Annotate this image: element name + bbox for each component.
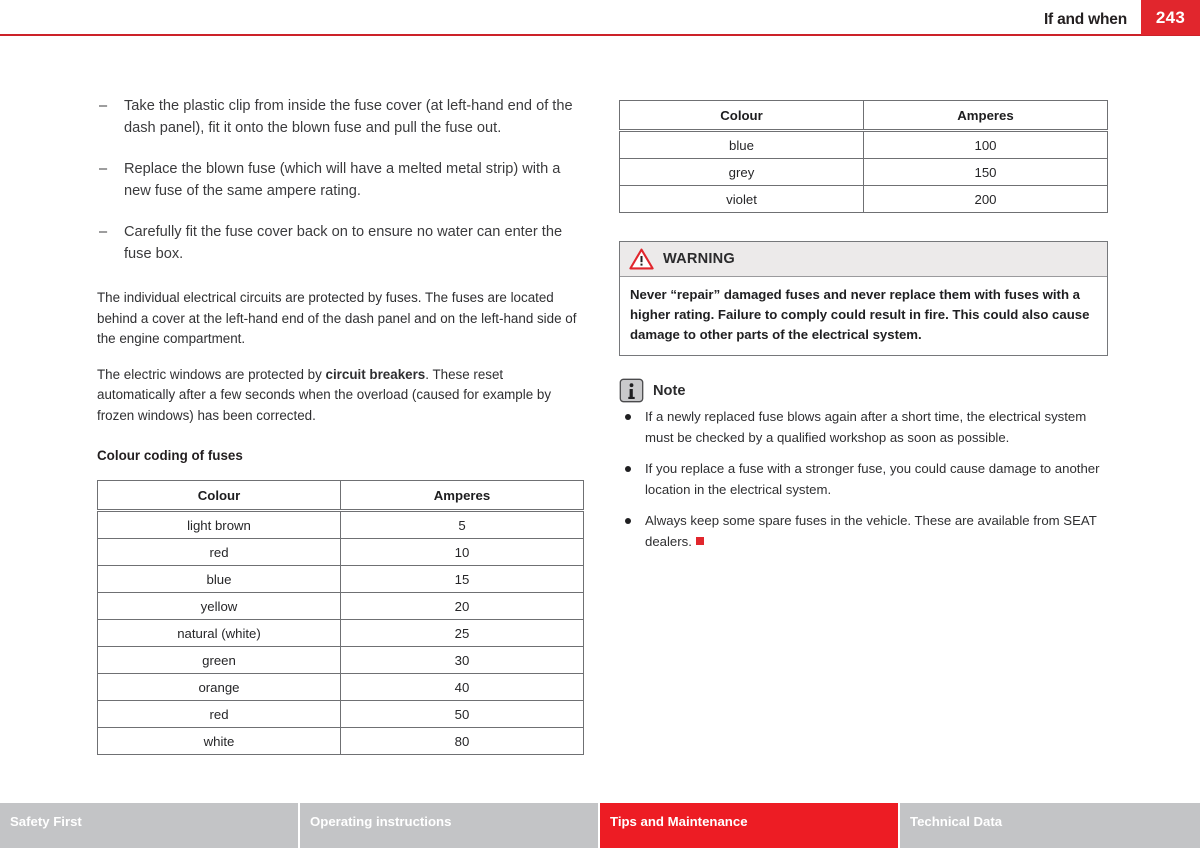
warning-header-band: WARNING — [620, 242, 1107, 277]
cell-colour: light brown — [97, 510, 341, 539]
procedure-dash-list: – Take the plastic clip from inside the … — [97, 96, 584, 265]
cell-amperes: 50 — [340, 700, 584, 728]
warning-title: WARNING — [663, 251, 735, 267]
cell-amperes: 100 — [863, 130, 1108, 159]
body-text-block: The individual electrical circuits are p… — [97, 288, 584, 426]
column-header-amperes: Amperes — [340, 480, 584, 512]
note-title: Note — [653, 382, 686, 399]
warning-triangle-icon — [629, 248, 654, 270]
note-bullet-list: If a newly replaced fuse blows again aft… — [619, 407, 1108, 552]
table-row: yellow 20 — [97, 592, 584, 620]
footer-tab-safety-first[interactable]: Safety First — [0, 803, 300, 848]
table-row: white 80 — [97, 727, 584, 755]
warning-body-text: Never “repair” damaged fuses and never r… — [630, 287, 1090, 342]
note-header: Note — [619, 378, 1108, 403]
page-number-badge: 243 — [1141, 0, 1200, 35]
paragraph-text-lead: The electric windows are protected by — [97, 366, 326, 382]
cell-amperes: 20 — [340, 592, 584, 620]
table-row: violet 200 — [619, 185, 1108, 213]
header-divider-rule — [0, 34, 1200, 36]
footer-tab-technical-data[interactable]: Technical Data — [900, 803, 1200, 848]
column-header-colour: Colour — [619, 100, 864, 132]
cell-amperes: 30 — [340, 646, 584, 674]
cell-amperes: 25 — [340, 619, 584, 647]
note-callout-block: Note If a newly replaced fuse blows agai… — [619, 378, 1108, 552]
list-item-text: Carefully fit the fuse cover back on to … — [124, 224, 563, 262]
left-content-column: – Take the plastic clip from inside the … — [97, 96, 584, 755]
cell-colour: grey — [619, 158, 864, 186]
cell-amperes: 150 — [863, 158, 1108, 186]
section-heading-colour-coding: Colour coding of fuses — [97, 448, 243, 463]
cell-amperes: 5 — [340, 510, 584, 539]
list-item-text: Always keep some spare fuses in the vehi… — [645, 513, 1097, 549]
cell-colour: blue — [619, 130, 864, 159]
bullet-dot-icon — [625, 413, 631, 420]
list-item: – Carefully fit the fuse cover back on t… — [97, 222, 584, 265]
column-header-colour: Colour — [97, 480, 341, 512]
paragraph-circuit-breakers: The electric windows are protected by ci… — [97, 365, 584, 427]
table-row: blue 100 — [619, 130, 1108, 159]
fuse-colour-table: Colour Amperes light brown 5 red 10 blue 15… — [97, 480, 584, 755]
right-content-column: Colour Amperes blue 100 grey 150 violet 200… — [619, 100, 1108, 552]
cell-amperes: 10 — [340, 538, 584, 566]
cell-colour: violet — [619, 185, 864, 213]
table-row: grey 150 — [619, 158, 1108, 186]
list-item-text: Replace the blown fuse (which will have … — [124, 161, 561, 199]
dash-bullet-icon: – — [99, 98, 108, 114]
footer-section-tabs: Safety First Operating instructions Tips… — [0, 803, 1200, 848]
footer-tab-operating-instructions[interactable]: Operating instructions — [300, 803, 600, 848]
warning-callout-box: WARNING Never “repair” damaged fuses and… — [619, 241, 1108, 356]
table-row: green 30 — [97, 646, 584, 674]
section-end-marker-icon — [695, 536, 704, 545]
cell-colour: green — [97, 646, 341, 674]
dash-bullet-icon: – — [99, 224, 108, 240]
table-row: blue 15 — [97, 565, 584, 593]
cell-colour: yellow — [97, 592, 341, 620]
dash-bullet-icon: – — [99, 161, 108, 177]
table-row: red 10 — [97, 538, 584, 566]
list-item: If a newly replaced fuse blows again aft… — [619, 407, 1108, 448]
table-row: orange 40 — [97, 673, 584, 701]
column-header-amperes: Amperes — [863, 100, 1108, 132]
info-icon — [619, 378, 644, 403]
table-header-row: Colour Amperes — [619, 100, 1108, 132]
paragraph-fuse-location: The individual electrical circuits are p… — [97, 290, 577, 346]
cell-amperes: 15 — [340, 565, 584, 593]
cell-amperes: 200 — [863, 185, 1108, 213]
table-row: light brown 5 — [97, 510, 584, 539]
high-amp-fuse-table-container: Colour Amperes blue 100 grey 150 violet 200 — [619, 100, 1108, 213]
cell-colour: orange — [97, 673, 341, 701]
cell-colour: red — [97, 538, 341, 566]
cell-amperes: 80 — [340, 727, 584, 755]
table-header-row: Colour Amperes — [97, 480, 584, 512]
list-item: – Take the plastic clip from inside the … — [97, 96, 584, 139]
circuit-breakers-emphasis: circuit breakers — [325, 366, 426, 382]
list-item-text: Take the plastic clip from inside the fu… — [124, 98, 573, 136]
list-item-text: If a newly replaced fuse blows again aft… — [645, 409, 1087, 445]
cell-colour: red — [97, 700, 341, 728]
list-item: Always keep some spare fuses in the vehi… — [619, 511, 1108, 552]
bullet-dot-icon — [625, 517, 631, 524]
footer-tab-tips-and-maintenance[interactable]: Tips and Maintenance — [600, 803, 900, 848]
cell-colour: natural (white) — [97, 619, 341, 647]
page-title: If and when — [1043, 11, 1127, 28]
cell-colour: white — [97, 727, 341, 755]
page-header: If and when 243 — [0, 0, 1200, 36]
table-row: red 50 — [97, 700, 584, 728]
list-item: – Replace the blown fuse (which will hav… — [97, 159, 584, 202]
cell-colour: blue — [97, 565, 341, 593]
list-item: If you replace a fuse with a stronger fu… — [619, 459, 1108, 500]
table-row: natural (white) 25 — [97, 619, 584, 647]
list-item-text: If you replace a fuse with a stronger fu… — [645, 461, 1100, 497]
fuse-colour-table-container: Colour Amperes light brown 5 red 10 blue 15… — [97, 480, 584, 755]
high-amp-fuse-table: Colour Amperes blue 100 grey 150 violet 200 — [619, 100, 1108, 213]
bullet-dot-icon — [625, 465, 631, 472]
cell-amperes: 40 — [340, 673, 584, 701]
